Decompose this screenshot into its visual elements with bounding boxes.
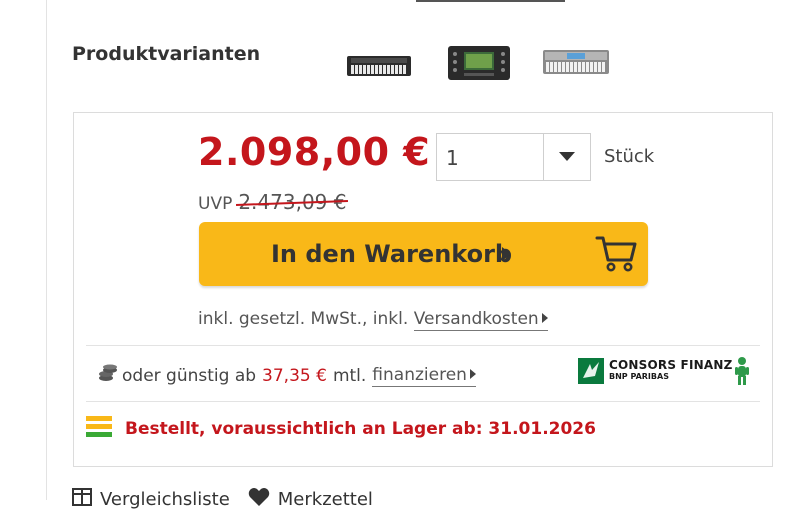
caret-right-icon bbox=[469, 368, 476, 379]
variant-thumbnail-2[interactable] bbox=[446, 44, 512, 82]
stock-status-text: Bestellt, voraussichtlich an Lager ab: 3… bbox=[125, 419, 596, 439]
financing-prefix: oder günstig ab bbox=[122, 365, 257, 386]
financing-link[interactable]: finanzieren bbox=[372, 365, 476, 387]
chevron-down-icon[interactable] bbox=[543, 134, 591, 180]
add-to-cart-label: In den Warenkorb bbox=[271, 240, 513, 268]
stock-status-icon bbox=[86, 416, 112, 438]
caret-right-icon bbox=[502, 246, 511, 265]
financing-link-label: finanzieren bbox=[372, 364, 467, 385]
divider bbox=[86, 401, 760, 402]
uvp-price: UVP 2.473,09 € bbox=[198, 190, 346, 214]
consors-name: CONSORS FINANZ bbox=[609, 358, 733, 372]
consors-finanz-logo: CONSORS FINANZ BNP PARIBAS bbox=[578, 356, 750, 386]
financing-rate: 37,35 € bbox=[262, 365, 327, 386]
uvp-label: UVP bbox=[198, 194, 233, 214]
coins-icon bbox=[98, 364, 118, 387]
financing-suffix: mtl. bbox=[332, 365, 367, 386]
uvp-value: 2.473,09 € bbox=[238, 190, 347, 214]
consors-mark-icon bbox=[578, 358, 604, 384]
tax-note-text: inkl. gesetzl. MwSt., inkl. bbox=[198, 309, 409, 329]
left-divider bbox=[46, 0, 47, 500]
quantity-select[interactable]: 1 bbox=[436, 133, 591, 181]
shipping-costs-label: Versandkosten bbox=[413, 309, 539, 329]
shipping-costs-link[interactable]: Versandkosten bbox=[413, 309, 548, 331]
add-to-cart-button[interactable]: In den Warenkorb bbox=[199, 222, 648, 286]
divider bbox=[86, 345, 760, 346]
quantity-value: 1 bbox=[446, 146, 459, 170]
variant-thumbnail-3[interactable] bbox=[541, 46, 611, 78]
financing-row: oder günstig ab 37,35 € mtl. finanzieren bbox=[98, 364, 476, 387]
quantity-unit: Stück bbox=[604, 146, 655, 167]
caret-right-icon bbox=[541, 313, 548, 323]
current-price: 2.098,00 € bbox=[198, 130, 431, 174]
mascot-icon bbox=[734, 356, 750, 390]
tax-note: inkl. gesetzl. MwSt., inkl. Versandkoste… bbox=[198, 309, 548, 331]
shopping-cart-icon bbox=[595, 234, 637, 278]
top-link-underline bbox=[416, 0, 565, 2]
variant-thumbnail-1[interactable] bbox=[345, 52, 413, 80]
variants-heading: Produktvarianten bbox=[72, 43, 261, 65]
consors-sub: BNP PARIBAS bbox=[609, 372, 669, 381]
